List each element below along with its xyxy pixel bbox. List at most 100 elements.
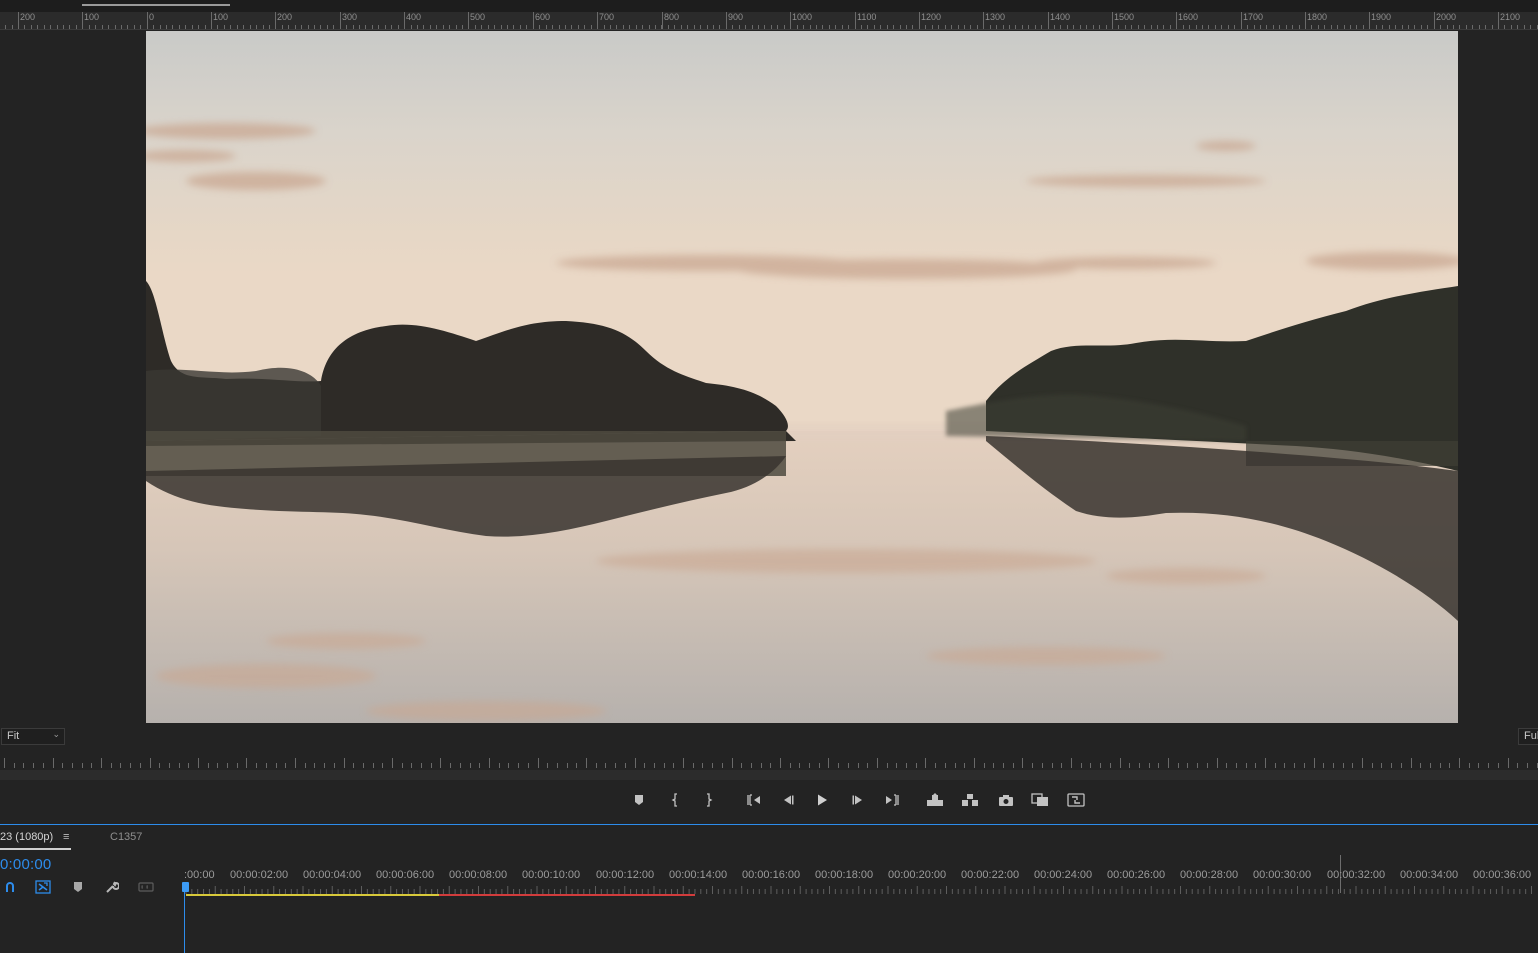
sequence-tab[interactable]: 23 (1080p): [0, 831, 53, 843]
sequence-menu-icon[interactable]: ≡: [63, 831, 69, 843]
scrub-tick: [702, 763, 703, 768]
ruler-tick: [526, 25, 527, 29]
scrub-tick: [62, 763, 63, 768]
ruler-tick: [861, 25, 862, 29]
ruler-major-tick: [855, 12, 856, 29]
playback-scrub-ruler[interactable]: [0, 756, 1538, 770]
ruler-tick: [1292, 25, 1293, 29]
scrub-tick: [896, 763, 897, 768]
scrub-tick: [664, 763, 665, 768]
add-marker-timeline-button[interactable]: [70, 880, 86, 894]
ruler-tick: [430, 25, 431, 29]
ruler-tick: [539, 25, 540, 29]
timeline-time-label: 00:00:24:00: [1034, 869, 1093, 881]
scrub-tick: [479, 763, 480, 768]
ruler-tick: [1344, 25, 1345, 29]
scrub-tick: [1149, 763, 1150, 768]
ruler-tick: [829, 25, 830, 29]
scrub-tick: [1110, 763, 1111, 768]
ruler-tick: [481, 25, 482, 29]
scrub-tick: [450, 763, 451, 768]
ruler-tick: [848, 25, 849, 29]
scrub-tick: [305, 763, 306, 768]
ruler-tick: [1208, 25, 1209, 29]
scrub-tick: [586, 758, 587, 768]
export-frame-button[interactable]: [996, 791, 1016, 809]
ruler-tick: [134, 25, 135, 29]
scrub-tick: [955, 763, 956, 768]
ruler-tick: [1356, 25, 1357, 29]
proxy-toggle-button[interactable]: [1066, 791, 1086, 809]
scrub-tick: [363, 763, 364, 768]
scrub-tick: [819, 763, 820, 768]
ruler-major-tick: [790, 12, 791, 29]
scrub-tick: [1478, 763, 1479, 768]
ruler-label: 1300: [985, 12, 1006, 22]
active-panel-tab-indicator[interactable]: [82, 4, 230, 6]
ruler-tick: [1009, 25, 1010, 29]
scrub-tick: [1420, 763, 1421, 768]
scrub-tick: [596, 763, 597, 768]
video-frame[interactable]: [146, 31, 1458, 723]
mark-out-button[interactable]: [698, 791, 718, 809]
zoom-level-select[interactable]: Fit ⌄: [1, 728, 65, 745]
captions-button[interactable]: [138, 880, 154, 894]
scrub-tick: [1129, 763, 1130, 768]
extract-button[interactable]: [960, 791, 980, 809]
step-forward-button[interactable]: [848, 791, 868, 809]
ruler-tick: [1324, 25, 1325, 29]
magnet-icon: [6, 882, 14, 892]
timeline-time-label: 00:00:18:00: [815, 869, 874, 881]
scrub-tick: [984, 763, 985, 768]
step-back-button[interactable]: [778, 791, 798, 809]
go-to-in-button[interactable]: [744, 791, 764, 809]
linked-selection-button[interactable]: [35, 880, 51, 894]
ruler-tick: [1337, 25, 1338, 29]
ruler-tick: [977, 25, 978, 29]
scrub-tick: [1013, 763, 1014, 768]
ruler-tick: [739, 25, 740, 29]
timeline-time-label: 00:00:08:00: [449, 869, 508, 881]
ruler-tick: [1022, 25, 1023, 29]
timeline-settings-button[interactable]: [104, 880, 120, 894]
ruler-tick: [1157, 25, 1158, 29]
playhead-line[interactable]: [184, 884, 185, 953]
scrub-tick: [431, 763, 432, 768]
ruler-tick: [546, 25, 547, 29]
scrub-tick: [906, 763, 907, 768]
scrub-tick: [1459, 758, 1460, 768]
scrub-tick: [508, 763, 509, 768]
scrub-tick: [295, 758, 296, 768]
playhead-handle[interactable]: [182, 882, 189, 892]
comparison-view-button[interactable]: [1030, 791, 1050, 809]
scrub-bar[interactable]: [0, 770, 1538, 780]
mark-in-button[interactable]: [666, 791, 686, 809]
ruler-tick: [353, 25, 354, 29]
ruler-tick: [520, 25, 521, 29]
ruler-tick: [378, 25, 379, 29]
resolution-select[interactable]: Full: [1518, 728, 1538, 745]
snap-button[interactable]: [2, 880, 18, 894]
play-button[interactable]: [812, 791, 832, 809]
ruler-tick: [411, 25, 412, 29]
ruler-tick: [1060, 25, 1061, 29]
ruler-tick: [320, 25, 321, 29]
scrub-tick: [935, 763, 936, 768]
scrub-tick: [4, 758, 5, 768]
scrub-tick: [858, 763, 859, 768]
ruler-tick: [932, 25, 933, 29]
timeline-time-label: 00:00:20:00: [888, 869, 947, 881]
scrub-tick: [1139, 763, 1140, 768]
clip-tab[interactable]: C1357: [110, 831, 142, 843]
scrub-tick: [780, 758, 781, 768]
scrub-tick: [635, 758, 636, 768]
playhead-timecode[interactable]: 0:00:00: [0, 856, 51, 873]
lift-button[interactable]: [925, 791, 945, 809]
ruler-tick: [127, 25, 128, 29]
ruler-tick: [423, 25, 424, 29]
go-to-out-button[interactable]: [882, 791, 902, 809]
comparison-icon: [1031, 793, 1048, 806]
add-marker-button[interactable]: [629, 791, 649, 809]
scrub-tick: [1430, 763, 1431, 768]
ruler-tick: [140, 25, 141, 29]
